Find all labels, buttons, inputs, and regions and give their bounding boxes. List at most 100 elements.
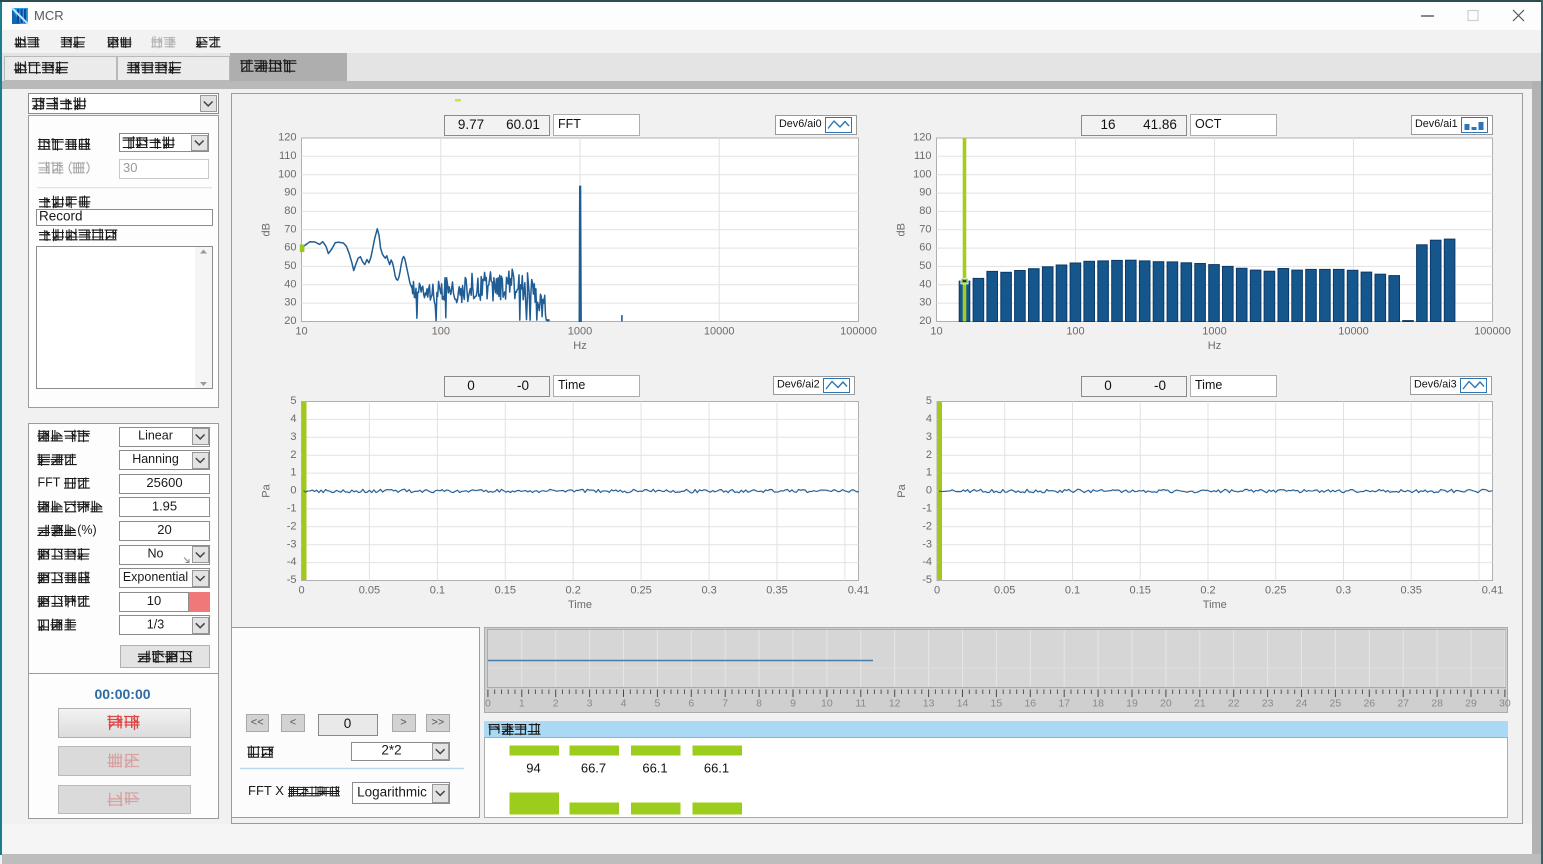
svg-text:22: 22 [1228, 698, 1240, 710]
svg-text:100000: 100000 [840, 326, 877, 338]
svg-text:-5: -5 [922, 574, 932, 586]
svg-text:110: 110 [914, 150, 932, 162]
svg-text:16: 16 [1100, 117, 1115, 132]
svg-text:66.1: 66.1 [642, 761, 667, 776]
svg-text:20: 20 [1160, 698, 1172, 710]
svg-text:20: 20 [157, 522, 171, 537]
svg-text:-0: -0 [517, 378, 529, 393]
svg-text:>: > [400, 716, 406, 728]
svg-text:-3: -3 [287, 538, 297, 550]
svg-text:>>: >> [431, 716, 444, 728]
svg-text:-4: -4 [287, 556, 297, 568]
svg-text:120: 120 [913, 132, 931, 144]
svg-text:00:00:00: 00:00:00 [94, 686, 150, 702]
svg-text:25: 25 [1330, 698, 1342, 710]
svg-text:6: 6 [688, 698, 694, 710]
svg-text:0.1: 0.1 [430, 585, 445, 597]
svg-text:-2: -2 [287, 520, 297, 532]
svg-text:40: 40 [919, 278, 931, 290]
svg-text:dB: dB [261, 223, 273, 236]
svg-text:13: 13 [923, 698, 935, 710]
svg-text:94: 94 [526, 761, 540, 776]
svg-text:-3: -3 [922, 538, 932, 550]
svg-text:Dev6/ai3: Dev6/ai3 [1414, 379, 1457, 391]
svg-text:1: 1 [290, 467, 296, 479]
svg-text:2: 2 [553, 698, 559, 710]
svg-text:No: No [148, 547, 164, 561]
svg-text:120: 120 [278, 132, 296, 144]
svg-text:0.3: 0.3 [1336, 585, 1351, 597]
svg-text:0: 0 [290, 485, 296, 497]
svg-text:5: 5 [290, 395, 296, 407]
svg-text:0.05: 0.05 [359, 585, 380, 597]
svg-text:80: 80 [919, 205, 931, 217]
svg-text:Time: Time [568, 599, 592, 611]
svg-text:4: 4 [926, 413, 932, 425]
svg-text:dB: dB [896, 223, 908, 236]
svg-text:0: 0 [298, 585, 304, 597]
svg-text:15: 15 [991, 698, 1003, 710]
svg-text:0: 0 [926, 485, 932, 497]
svg-text:100: 100 [913, 168, 931, 180]
svg-text:-5: -5 [287, 574, 297, 586]
svg-text:11: 11 [855, 698, 866, 710]
svg-text:0.05: 0.05 [994, 585, 1015, 597]
svg-text:27: 27 [1397, 698, 1409, 710]
svg-text:<: < [290, 716, 296, 728]
svg-text:Time: Time [1195, 378, 1222, 392]
svg-text:0.35: 0.35 [1400, 585, 1421, 597]
svg-text:10000: 10000 [1338, 326, 1369, 338]
svg-text:50: 50 [284, 260, 296, 272]
svg-text:0: 0 [344, 716, 352, 731]
svg-text:Hz: Hz [1208, 340, 1221, 352]
svg-text:OCT: OCT [1195, 117, 1222, 131]
svg-text:29: 29 [1465, 698, 1477, 710]
svg-text:Exponential: Exponential [123, 570, 188, 584]
svg-text:Time: Time [558, 378, 585, 392]
svg-text:60: 60 [919, 242, 931, 254]
svg-text:25600: 25600 [146, 475, 182, 490]
svg-text:8: 8 [756, 698, 762, 710]
svg-text:FFT: FFT [38, 476, 61, 490]
svg-text:80: 80 [284, 205, 296, 217]
svg-text:-2: -2 [922, 520, 932, 532]
svg-text:100: 100 [1066, 326, 1084, 338]
svg-text:10: 10 [295, 326, 307, 338]
svg-text:0.41: 0.41 [1482, 585, 1503, 597]
svg-text:14: 14 [957, 698, 969, 710]
svg-text:24: 24 [1296, 698, 1308, 710]
svg-text:30: 30 [284, 297, 296, 309]
svg-text:1000: 1000 [1202, 326, 1226, 338]
svg-text:110: 110 [279, 150, 297, 162]
svg-text:-0: -0 [1154, 378, 1166, 393]
svg-text:7: 7 [722, 698, 728, 710]
svg-text:0: 0 [934, 585, 940, 597]
svg-text:Hz: Hz [573, 340, 586, 352]
svg-text:-1: -1 [922, 503, 932, 515]
svg-text:0.41: 0.41 [848, 585, 869, 597]
svg-text:4: 4 [290, 413, 296, 425]
svg-text:0: 0 [485, 698, 491, 710]
svg-text:90: 90 [919, 187, 931, 199]
svg-text:0: 0 [467, 378, 475, 393]
svg-text:1000: 1000 [568, 326, 592, 338]
svg-text:66.7: 66.7 [581, 761, 606, 776]
svg-text:2*2: 2*2 [381, 743, 401, 758]
svg-text:Dev6/ai0: Dev6/ai0 [779, 118, 822, 130]
svg-text:30: 30 [919, 297, 931, 309]
svg-text:5: 5 [926, 395, 932, 407]
svg-text:MCR: MCR [34, 8, 64, 23]
svg-text:28: 28 [1431, 698, 1443, 710]
svg-text:Dev6/ai1: Dev6/ai1 [1415, 118, 1458, 130]
svg-text:17: 17 [1058, 698, 1070, 710]
svg-text:12: 12 [889, 698, 901, 710]
svg-text:41.86: 41.86 [1143, 117, 1177, 132]
svg-text:0.15: 0.15 [495, 585, 516, 597]
svg-text:2: 2 [926, 449, 932, 461]
svg-text:70: 70 [919, 223, 931, 235]
svg-text:0.25: 0.25 [630, 585, 651, 597]
svg-text:60.01: 60.01 [506, 117, 540, 132]
svg-text:3: 3 [926, 431, 932, 443]
svg-text:Time: Time [1203, 599, 1227, 611]
svg-text:1: 1 [519, 698, 525, 710]
